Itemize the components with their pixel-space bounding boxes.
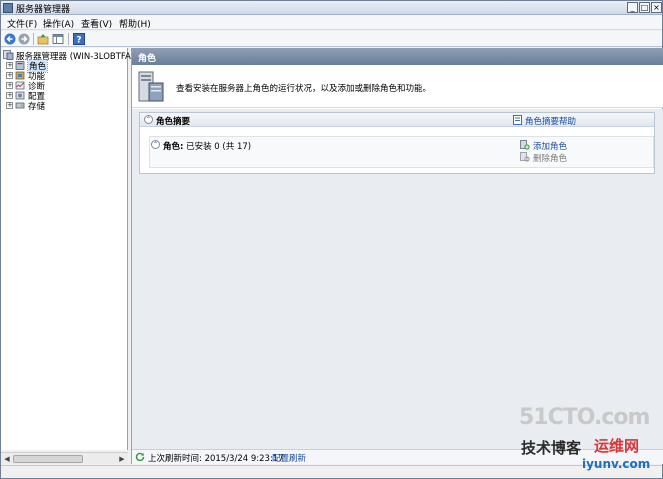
watermark-yunwei: 运维网 [594,437,640,455]
forward-arrow-icon[interactable] [18,33,30,45]
roles-server-icon [138,71,164,102]
tree-item-label: 存储 [28,102,46,112]
up-folder-icon[interactable] [37,33,49,45]
refresh-icon[interactable] [135,452,145,462]
watermark-site: iyunv.com [582,457,651,471]
server-icon [3,50,14,60]
tree-item-storage[interactable]: + 存储 [1,100,128,112]
menu-action[interactable]: 操作(A) [43,17,74,30]
roles-status-value: 已安装 0 (共 17) [186,142,252,152]
storage-icon [15,102,25,109]
roles-status-label: 角色: [163,142,184,152]
pane-title: 角色 [138,54,157,64]
expand-toggle[interactable]: + [6,72,13,79]
menu-view[interactable]: 查看(V) [81,17,112,30]
title-bar[interactable]: 服务器管理器 _ □ × [1,1,662,15]
close-button[interactable]: × [651,2,662,13]
scroll-right-arrow-icon[interactable]: ▶ [117,454,127,464]
toolbar-separator [68,33,69,45]
maximize-button[interactable]: □ [639,2,650,13]
navigation-tree: 服务器管理器 (WIN-3LOBTFAZT8 + 角色 + 功能 + 诊断 + … [1,48,147,450]
minimize-button[interactable]: _ [627,2,638,13]
roles-summary-title: 角色摘要 [156,117,191,127]
scroll-left-arrow-icon[interactable]: ◀ [2,454,12,464]
roles-summary-help-link[interactable]: 角色摘要帮助 [525,115,576,127]
roles-summary-header: ⌃ 角色摘要 角色摘要帮助 [140,113,654,127]
collapse-roles-button[interactable]: ⌃ [151,140,160,149]
tree-horizontal-scrollbar[interactable]: ◀ ▶ [1,452,128,464]
features-icon [15,71,25,80]
roles-summary-section: ⌃ 角色摘要 角色摘要帮助 ⌃ 角色: 已安装 0 (共 17) 添加角色 删除… [139,112,655,174]
help-icon[interactable]: ? [73,33,85,45]
back-arrow-icon[interactable] [4,33,16,45]
help-document-icon [513,115,522,125]
roles-installed-status: 角色: 已安装 0 (共 17) [163,140,251,152]
add-role-icon [520,140,530,150]
roles-icon [15,61,25,70]
intro-section: 查看安装在服务器上角色的运行状况，以及添加或删除角色和功能。 [132,65,663,108]
expand-toggle[interactable]: + [6,62,13,69]
details-pane: 角色 查看安装在服务器上角色的运行状况，以及添加或删除角色和功能。 ⌃ 角色摘要… [131,48,663,464]
toolbar-separator [33,33,34,45]
expand-toggle[interactable]: + [6,102,13,109]
watermark-blog: 技术博客 [521,439,582,457]
remove-role-icon [520,152,530,162]
server-manager-window: 服务器管理器 _ □ × 文件(F) 操作(A) 查看(V) 帮助(H) ? 服… [0,0,663,479]
add-roles-label: 添加角色 [533,142,568,152]
pane-header: 角色 [132,48,663,65]
menu-help[interactable]: 帮助(H) [119,17,151,30]
expand-toggle[interactable]: + [6,92,13,99]
show-hide-panel-icon[interactable] [52,33,64,45]
server-manager-app-icon [3,3,13,13]
intro-description: 查看安装在服务器上角色的运行状况，以及添加或删除角色和功能。 [176,84,432,94]
configuration-icon [15,91,25,100]
collapse-summary-button[interactable]: ⌃ [144,115,153,124]
menu-file[interactable]: 文件(F) [7,17,37,30]
diagnostics-icon [15,81,25,90]
scrollbar-thumb[interactable] [13,455,83,463]
remove-roles-label: 删除角色 [533,154,568,164]
menu-bar: 文件(F) 操作(A) 查看(V) 帮助(H) [1,15,662,30]
expand-toggle[interactable]: + [6,82,13,89]
roles-status-box: ⌃ 角色: 已安装 0 (共 17) 添加角色 删除角色 [149,136,654,168]
window-status-bar [1,465,662,478]
last-refresh-time: 上次刷新时间: 2015/3/24 9:23:17 [148,454,284,464]
toolbar: ? [1,31,662,47]
window-title: 服务器管理器 [16,5,71,15]
watermark-51cto: 51CTO.com [519,405,650,430]
configure-refresh-link[interactable]: 配置刷新 [272,452,306,464]
svg-text:?: ? [76,36,81,46]
